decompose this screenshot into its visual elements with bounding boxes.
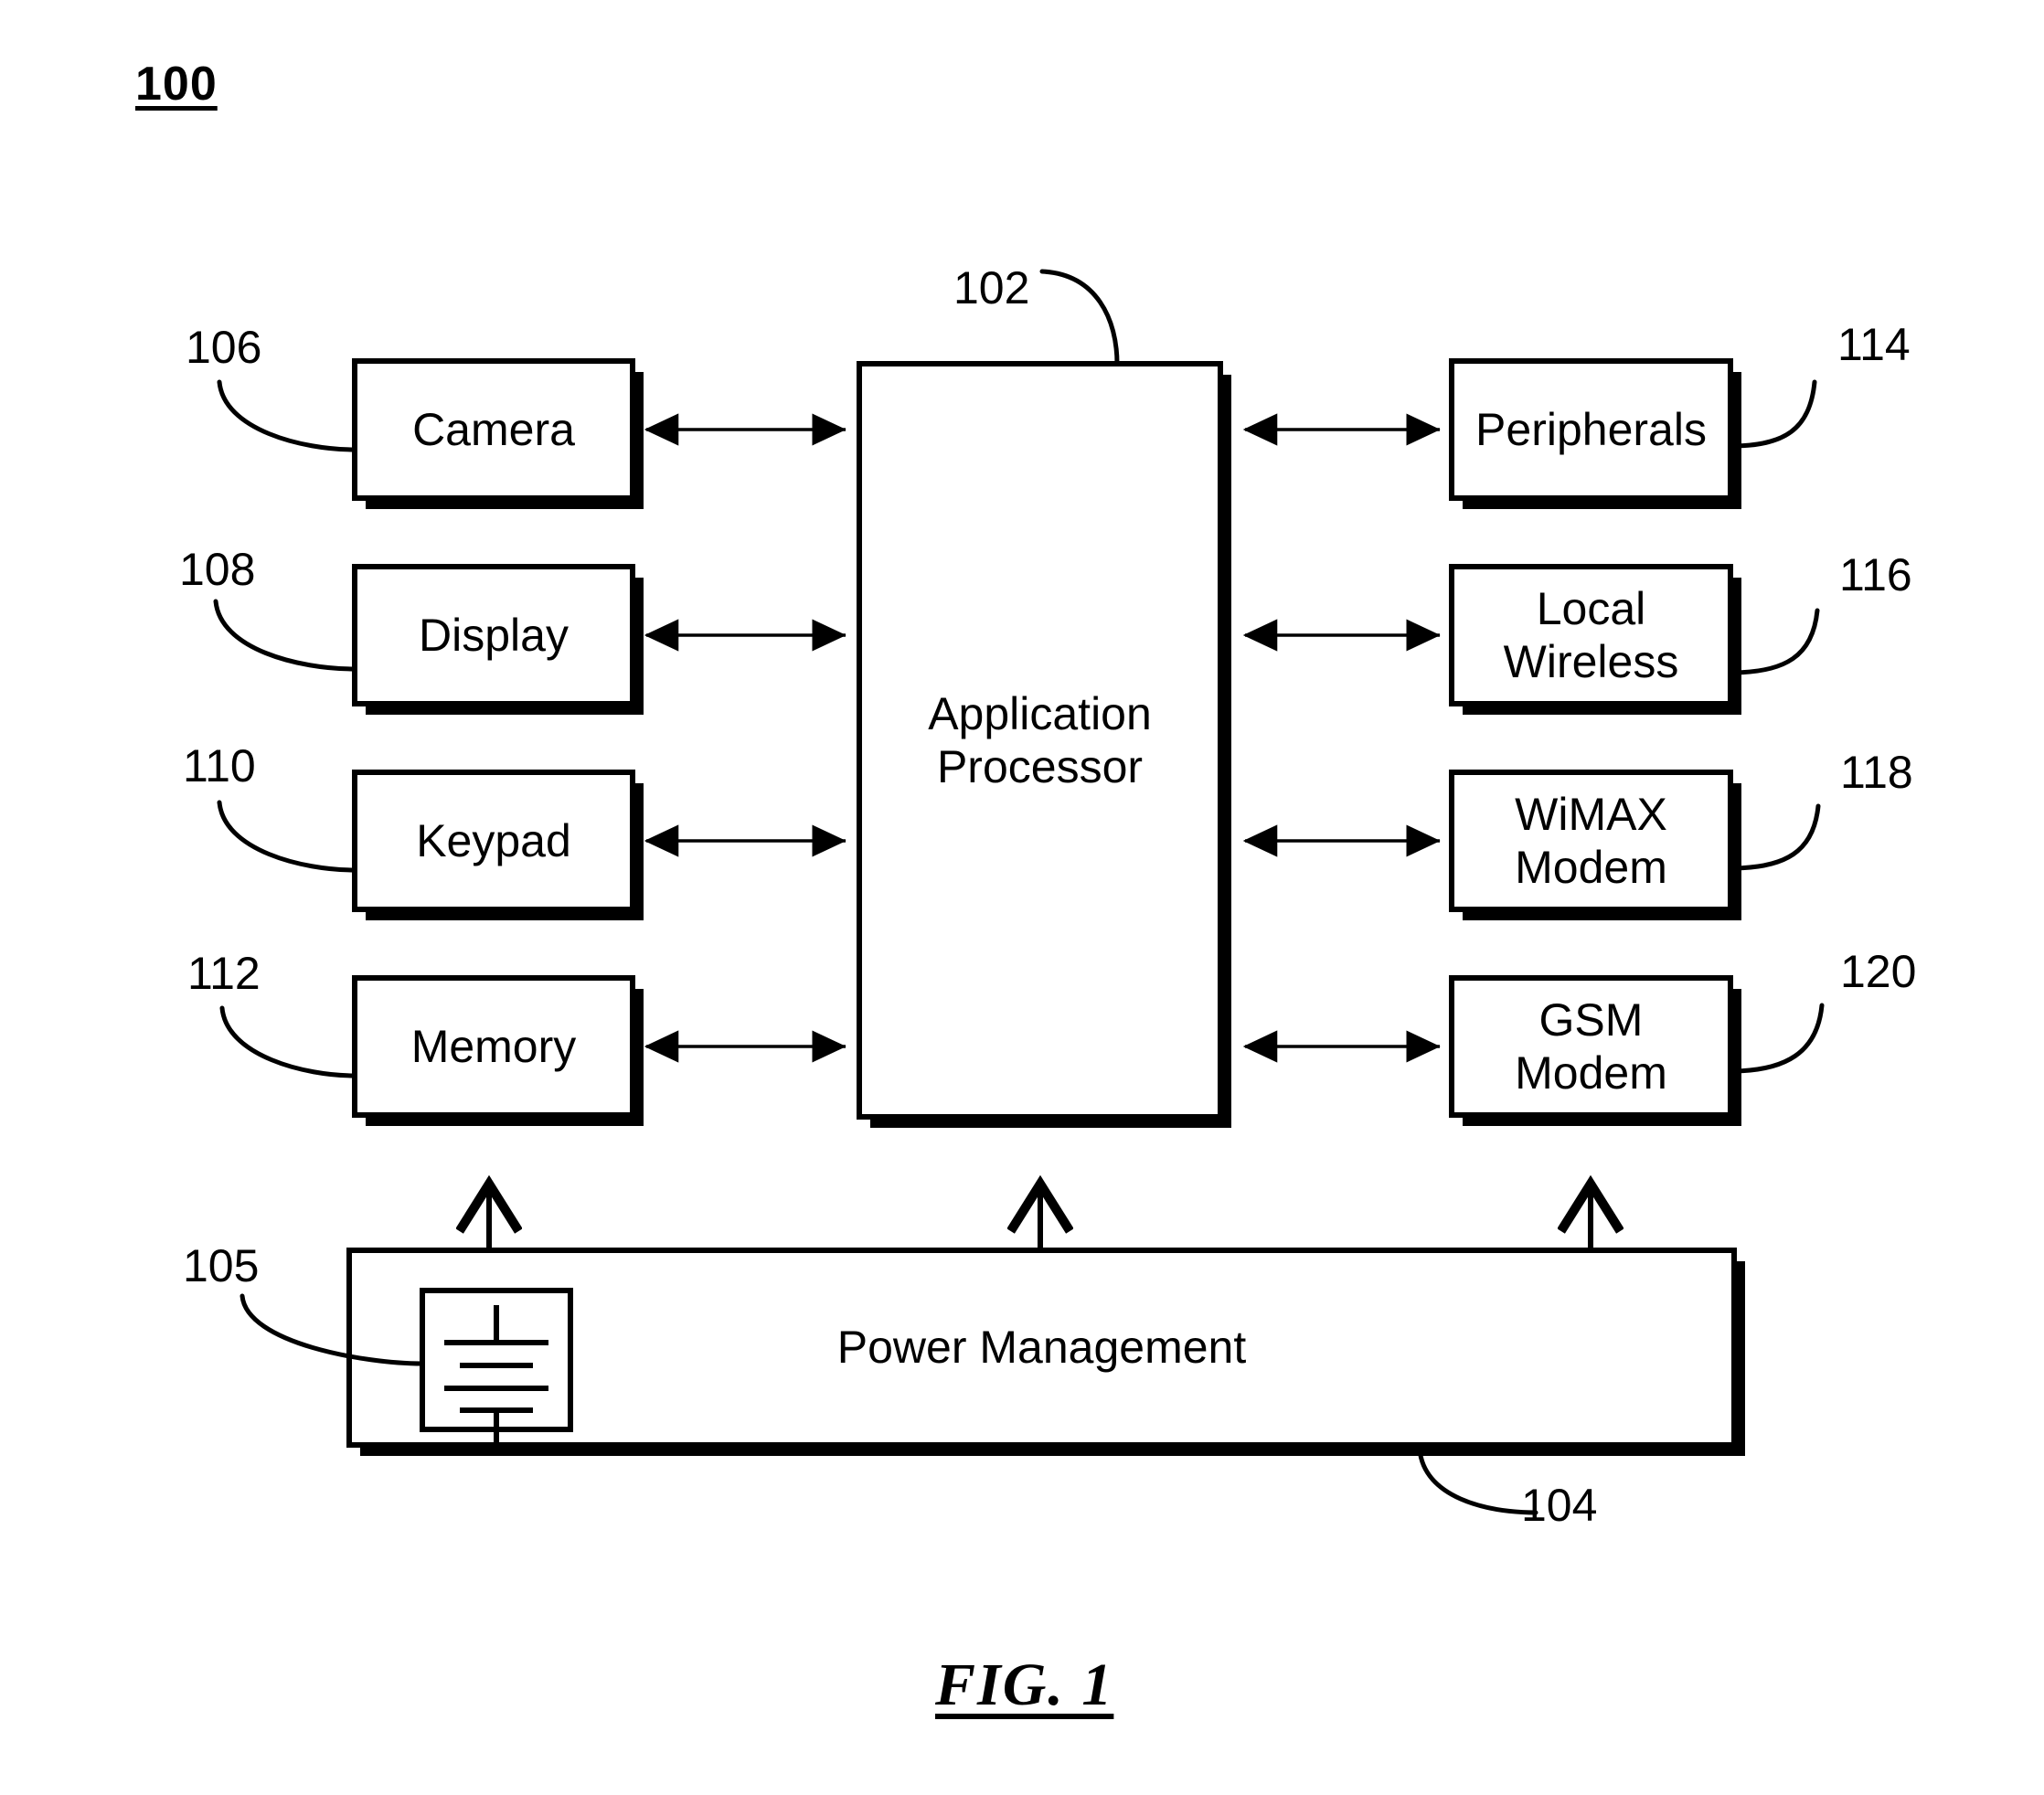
label-keypad: Keypad: [416, 814, 571, 866]
ref-number-110: 110: [183, 740, 256, 791]
leader-114: [1728, 379, 1817, 449]
power-arrows: [489, 1184, 1591, 1250]
ref-number-112: 112: [187, 948, 261, 999]
leader-118: [1728, 803, 1821, 871]
label-camera: Camera: [412, 403, 575, 455]
label-power-management: Power Management: [836, 1322, 1247, 1374]
ref-number-102: 102: [953, 262, 1030, 313]
patent-figure: 100 Camera Display Keypad Memory Applica…: [0, 0, 2044, 1795]
label-gsm-modem: GSM Modem: [1515, 993, 1667, 1099]
leader-110: [217, 800, 357, 873]
ref-number-120: 120: [1840, 946, 1917, 997]
leader-106: [217, 379, 357, 452]
ref-number-116: 116: [1839, 549, 1912, 600]
label-display: Display: [419, 609, 569, 661]
figure-caption: FIG. 1: [935, 1652, 1114, 1718]
label-memory: Memory: [410, 1020, 577, 1072]
ref-number-104: 104: [1521, 1480, 1598, 1531]
leader-112: [219, 1005, 357, 1078]
leader-104: [1417, 1447, 1538, 1515]
leader-102: [1039, 269, 1120, 366]
system-reference-number: 100: [135, 58, 218, 111]
leader-116: [1728, 608, 1820, 675]
label-local-wireless: Local Wireless: [1503, 582, 1679, 688]
label-peripherals: Peripherals: [1475, 403, 1707, 455]
ref-number-105: 105: [183, 1240, 260, 1291]
label-wimax-modem: WiMAX Modem: [1515, 788, 1667, 894]
label-app-processor: Application Processor: [928, 687, 1152, 793]
ref-number-114: 114: [1837, 319, 1911, 370]
leader-108: [213, 599, 357, 672]
leader-120: [1728, 1003, 1825, 1074]
ref-number-108: 108: [179, 544, 256, 595]
ref-number-118: 118: [1840, 747, 1913, 798]
ref-number-106: 106: [186, 322, 262, 373]
